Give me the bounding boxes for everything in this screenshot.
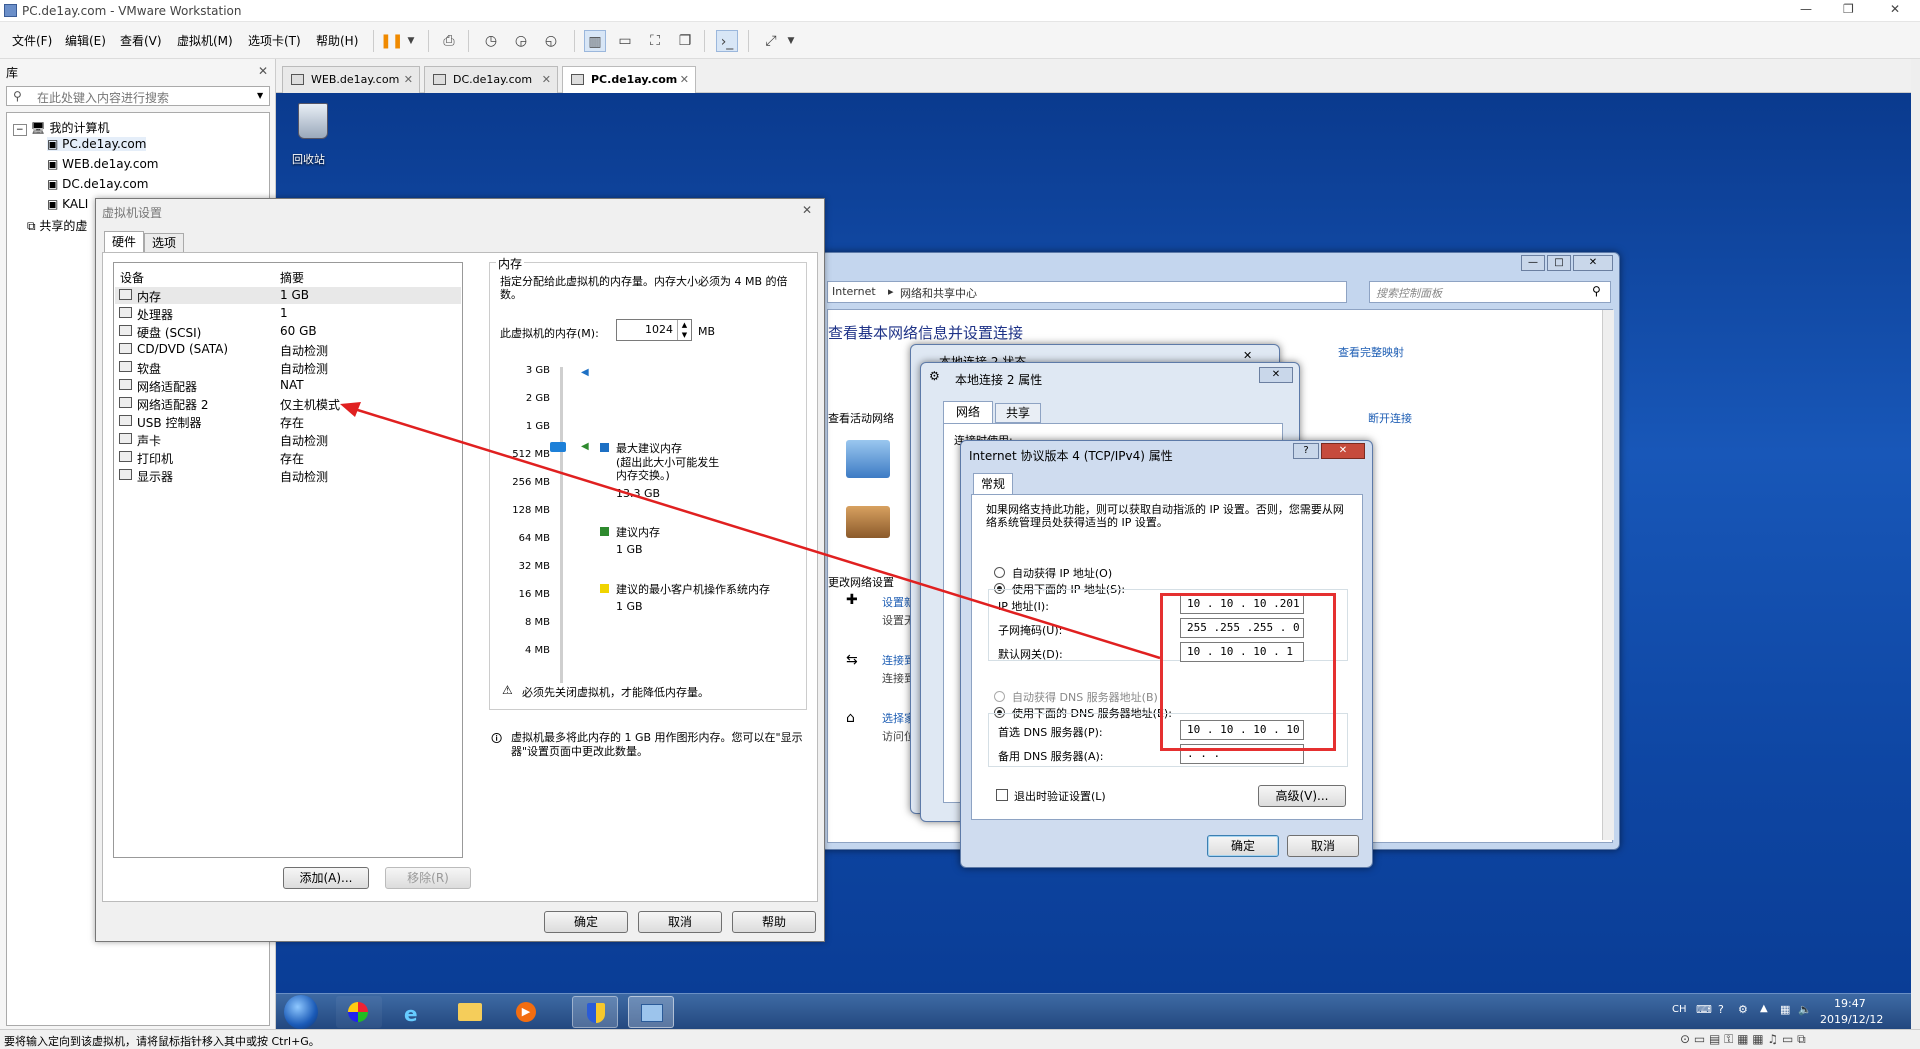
clock-time[interactable]: 19:47 <box>1834 997 1866 1010</box>
device-status-icons[interactable]: ⊙ ▭ ▤ ⚿ ▦ ▦ ♫ ▭ ⧉ <box>1680 1032 1806 1047</box>
language-indicator[interactable]: CH <box>1672 1004 1687 1015</box>
guest-taskbar: e ▶ CH ⌨ ? ⚙ ▲ ▦ 🔈 19:47 2019/12/12 <box>276 993 1911 1029</box>
network-tray-icon[interactable]: ▦ <box>1780 1003 1790 1016</box>
action-center-icon[interactable] <box>572 996 618 1028</box>
tray-settings-icon[interactable]: ⚙ <box>1738 1003 1748 1016</box>
control-panel-icon[interactable] <box>628 996 674 1028</box>
status-text: 要将输入定向到该虚拟机，请将鼠标指针移入其中或按 Ctrl+G。 <box>4 1035 320 1048</box>
internet-explorer-icon[interactable]: e <box>392 996 438 1028</box>
show-hidden-icon[interactable]: ▲ <box>1760 1003 1768 1014</box>
media-player-icon[interactable]: ▶ <box>504 996 550 1028</box>
media-center-icon[interactable] <box>336 996 382 1028</box>
start-button[interactable] <box>284 995 318 1029</box>
volume-icon[interactable]: 🔈 <box>1798 1003 1812 1016</box>
keyboard-icon[interactable]: ⌨ <box>1696 1003 1712 1016</box>
status-bar: 要将输入定向到该虚拟机，请将鼠标指针移入其中或按 Ctrl+G。 ⊙ ▭ ▤ ⚿… <box>0 1029 1920 1049</box>
annotation-arrow <box>340 402 1161 660</box>
help-icon[interactable]: ? <box>1718 1003 1724 1016</box>
clock-date[interactable]: 2019/12/12 <box>1820 1013 1883 1026</box>
explorer-icon[interactable] <box>448 996 494 1028</box>
